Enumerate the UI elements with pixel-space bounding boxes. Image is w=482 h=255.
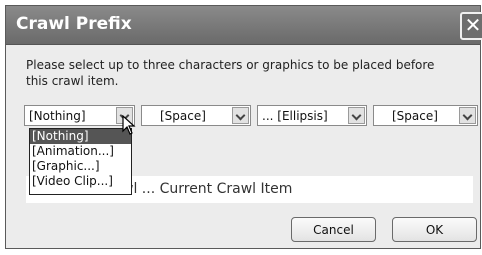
prefix-select-3-value: ... [Ellipsis] — [262, 109, 328, 123]
dropdown-option-animation[interactable]: [Animation...] — [30, 144, 131, 159]
dialog-title: Crawl Prefix — [16, 14, 132, 34]
prefix-select-4[interactable]: [Space] — [373, 105, 478, 126]
crawl-prefix-dialog: Crawl Prefix ✕ Please select up to three… — [5, 5, 482, 249]
dropdown-option-nothing[interactable]: [Nothing] — [30, 129, 131, 144]
chevron-down-icon[interactable] — [459, 107, 476, 124]
dropdown-option-video-clip[interactable]: [Video Clip...] — [30, 174, 131, 189]
prefix-select-1-value: [Nothing] — [29, 109, 86, 123]
prefix-dropdown-list[interactable]: [Nothing] [Animation...] [Graphic...] [V… — [29, 128, 132, 195]
ok-button[interactable]: OK — [392, 217, 477, 242]
close-icon[interactable]: ✕ — [460, 12, 482, 40]
prefix-select-2[interactable]: [Space] — [141, 105, 251, 126]
instruction-text: Please select up to three characters or … — [26, 58, 435, 88]
chevron-down-icon[interactable] — [348, 107, 365, 124]
preview-text: wl ... Current Crawl Item — [122, 181, 293, 197]
prefix-select-4-value: [Space] — [392, 109, 438, 123]
prefix-select-3[interactable]: ... [Ellipsis] — [257, 105, 367, 126]
title-bar[interactable]: Crawl Prefix ✕ — [6, 6, 482, 45]
cancel-button[interactable]: Cancel — [291, 217, 376, 242]
prefix-select-1[interactable]: [Nothing] — [24, 105, 135, 126]
mouse-pointer-icon — [122, 115, 136, 135]
prefix-select-2-value: [Space] — [160, 109, 206, 123]
dropdown-option-graphic[interactable]: [Graphic...] — [30, 159, 131, 174]
chevron-down-icon[interactable] — [232, 107, 249, 124]
